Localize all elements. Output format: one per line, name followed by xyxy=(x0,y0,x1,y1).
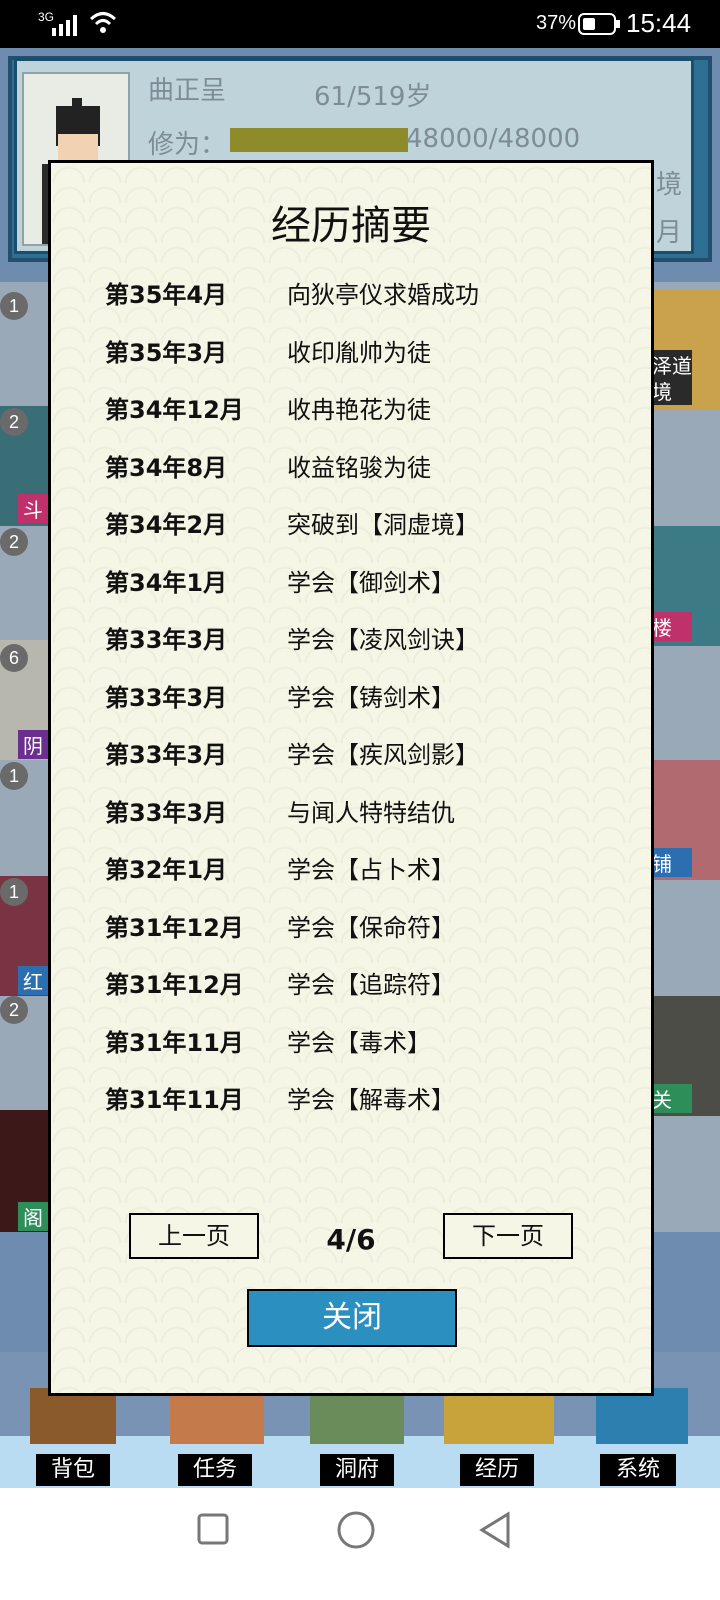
close-button[interactable]: 关闭 xyxy=(247,1289,457,1347)
system-nav-bar xyxy=(0,1488,720,1600)
next-page-button[interactable]: 下一页 xyxy=(443,1213,573,1259)
tile-label: 阴 xyxy=(18,730,48,759)
scroll-book-icon xyxy=(444,1388,554,1444)
history-row-event: 学会【毒术】 xyxy=(287,1028,431,1057)
history-row-date: 第33年3月 xyxy=(105,798,228,827)
history-row-date: 第31年12月 xyxy=(105,971,244,999)
tile-badge: 2 xyxy=(0,528,28,556)
tile-label: 关 xyxy=(652,1084,692,1113)
history-row-date: 第33年3月 xyxy=(105,626,228,654)
history-row-event: 学会【疾风剑影】 xyxy=(287,741,479,769)
history-row-date: 第34年1月 xyxy=(105,568,228,597)
dock-bag-button[interactable]: 背包 xyxy=(36,1454,110,1486)
page-indicator: 4/6 xyxy=(326,1223,376,1256)
history-row-event: 与闻人特特结仇 xyxy=(287,798,455,827)
history-row-event: 收印胤帅为徒 xyxy=(287,338,431,367)
history-row-event: 学会【解毒术】 xyxy=(287,1086,455,1114)
tile-label: 境 xyxy=(652,376,692,405)
circle-icon[interactable] xyxy=(334,1508,378,1552)
tile-label: 铺 xyxy=(652,848,692,877)
realm-partial: 境 xyxy=(656,170,683,200)
signal-icon xyxy=(52,15,77,36)
square-icon[interactable] xyxy=(194,1510,234,1550)
history-row-event: 学会【追踪符】 xyxy=(287,971,455,999)
history-row-event: 学会【占卜术】 xyxy=(287,856,455,884)
gear-icon xyxy=(596,1388,688,1444)
history-row-date: 第31年11月 xyxy=(105,1028,244,1057)
history-summary-dialog: 经历摘要 第35年4月 向狄亭仪求婚成功第35年3月 收印胤帅为徒第34年12月 收冉… xyxy=(48,160,654,1396)
history-row-event: 收益铭骏为徒 xyxy=(287,453,431,482)
tile-badge: 2 xyxy=(0,996,28,1024)
wifi-icon xyxy=(89,12,117,33)
tile-label: 斗 xyxy=(18,494,48,523)
history-row-event: 学会【铸剑术】 xyxy=(287,683,455,712)
tile-badge: 2 xyxy=(0,408,28,436)
history-row-date: 第33年3月 xyxy=(105,683,228,712)
task-board-icon xyxy=(170,1388,264,1444)
tile-badge: 6 xyxy=(0,644,28,672)
bag-icon xyxy=(30,1388,116,1444)
history-row-event: 收冉艳花为徒 xyxy=(287,396,431,424)
history-row-event: 突破到【洞虚境】 xyxy=(287,511,479,539)
cultivation-progress-bar xyxy=(230,128,408,152)
cultivation-label: 修为： xyxy=(148,130,227,160)
clock: 15:44 xyxy=(626,8,692,38)
tile-label: 阁 xyxy=(18,1202,48,1231)
history-row-event: 学会【凌风剑诀】 xyxy=(287,626,479,654)
tile-badge: 1 xyxy=(0,762,28,790)
month-partial: 月 xyxy=(656,218,683,248)
status-bar: 3G 37% 15:44 xyxy=(0,0,720,48)
history-row-date: 第33年3月 xyxy=(105,741,228,769)
dock-task-button[interactable]: 任务 xyxy=(178,1454,252,1486)
battery-icon xyxy=(578,13,620,35)
tile-label: 红 xyxy=(18,966,48,995)
history-row-date: 第31年12月 xyxy=(105,913,244,942)
history-row-date: 第35年3月 xyxy=(105,338,228,367)
tile-label: 泽道 xyxy=(652,350,692,379)
history-row-event: 向狄亭仪求婚成功 xyxy=(287,281,479,309)
triangle-back-icon[interactable] xyxy=(476,1510,516,1550)
history-row-event: 学会【保命符】 xyxy=(287,913,455,942)
battery-percent: 37% xyxy=(536,12,577,34)
history-row-date: 第35年4月 xyxy=(105,281,228,309)
dock-cave-button[interactable]: 洞府 xyxy=(320,1454,394,1486)
history-row-date: 第34年8月 xyxy=(105,453,228,482)
dock-system-button[interactable]: 系统 xyxy=(600,1454,676,1486)
character-age: 61/519岁 xyxy=(314,82,432,112)
dialog-title: 经历摘要 xyxy=(271,203,431,249)
cultivation-value: 48000/48000 xyxy=(406,124,581,154)
history-row-date: 第32年1月 xyxy=(105,856,228,884)
character-name: 曲正呈 xyxy=(148,76,227,106)
history-row-date: 第31年11月 xyxy=(105,1086,244,1114)
tile-badge: 1 xyxy=(0,292,28,320)
dock-history-button[interactable]: 经历 xyxy=(460,1454,534,1486)
history-row-event: 学会【御剑术】 xyxy=(287,568,455,597)
tile-label: 楼 xyxy=(652,612,692,641)
cave-house-icon xyxy=(310,1388,404,1444)
prev-page-button[interactable]: 上一页 xyxy=(129,1213,259,1259)
history-row-date: 第34年2月 xyxy=(105,511,228,539)
history-row-date: 第34年12月 xyxy=(105,396,244,424)
tile-badge: 1 xyxy=(0,878,28,906)
